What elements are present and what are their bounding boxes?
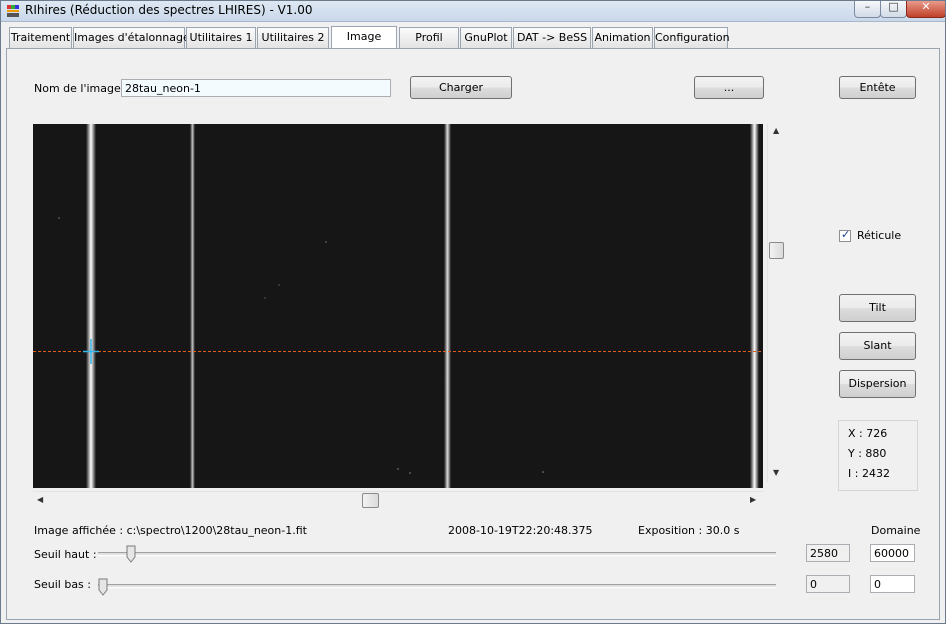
title-bar: RIhires (Réduction des spectres LHIRES) … xyxy=(1,1,945,22)
tab-image[interactable]: Image xyxy=(331,26,397,49)
high-domain-input[interactable]: 60000 xyxy=(870,544,915,562)
domain-label: Domaine xyxy=(871,524,921,537)
reticle-checkbox[interactable]: ✓ xyxy=(839,228,851,242)
low-threshold-slider[interactable] xyxy=(98,578,108,596)
spectral-line xyxy=(750,124,759,488)
browse-button[interactable]: ... xyxy=(694,76,764,99)
low-domain-input[interactable]: 0 xyxy=(870,575,915,593)
spectrum-image[interactable] xyxy=(33,124,763,488)
tab-profil[interactable]: Profil xyxy=(399,27,459,48)
scroll-right-icon[interactable]: ▶ xyxy=(750,495,756,504)
high-threshold-label: Seuil haut : xyxy=(34,548,97,561)
readout-intensity: I : 2432 xyxy=(848,467,890,480)
image-name-input[interactable]: 28tau_neon-1 xyxy=(121,79,391,97)
spectral-line xyxy=(444,124,451,488)
window-title: RIhires (Réduction des spectres LHIRES) … xyxy=(25,3,313,17)
tab-dat-bess[interactable]: DAT -> BeSS xyxy=(513,27,591,48)
close-icon: ✕ xyxy=(921,0,931,13)
vertical-scroll-thumb[interactable] xyxy=(769,242,784,259)
horizontal-scroll-thumb[interactable] xyxy=(362,493,379,508)
tab-animation[interactable]: Animation xyxy=(592,27,653,48)
low-threshold-label: Seuil bas : xyxy=(34,578,91,591)
pixel-readout: X : 726 Y : 880 I : 2432 xyxy=(838,420,918,491)
scroll-up-icon[interactable]: ▲ xyxy=(773,126,779,135)
header-button[interactable]: Entête xyxy=(839,76,916,99)
high-threshold-slider[interactable] xyxy=(126,545,136,563)
tab-gnuplot[interactable]: GnuPlot xyxy=(460,27,512,48)
readout-x: X : 726 xyxy=(848,427,888,440)
spectrum-canvas xyxy=(33,124,763,488)
tab-traitement[interactable]: Traitement xyxy=(9,27,72,48)
tab-images-etalonnage[interactable]: Images d'étalonnage xyxy=(73,27,190,48)
app-icon xyxy=(7,5,19,17)
low-threshold-value[interactable]: 0 xyxy=(806,575,850,593)
minimize-icon: – xyxy=(864,0,871,13)
displayed-image-path: Image affichée : c:\spectro\1200\28tau_n… xyxy=(34,524,307,537)
high-threshold-track[interactable] xyxy=(98,552,776,556)
exposure-time: Exposition : 30.0 s xyxy=(638,524,740,537)
app-window: RIhires (Réduction des spectres LHIRES) … xyxy=(0,0,946,624)
dispersion-button[interactable]: Dispersion xyxy=(839,370,916,398)
scroll-left-icon[interactable]: ◀ xyxy=(37,495,43,504)
check-icon: ✓ xyxy=(841,228,851,241)
spectral-line xyxy=(86,124,96,488)
close-button[interactable]: ✕ xyxy=(906,0,945,18)
tab-utilitaires-2[interactable]: Utilitaires 2 xyxy=(257,27,329,48)
maximize-icon: □ xyxy=(888,0,899,13)
slant-button[interactable]: Slant xyxy=(839,332,916,360)
image-datetime: 2008-10-19T22:20:48.375 xyxy=(448,524,593,537)
minimize-button[interactable]: – xyxy=(854,1,881,18)
image-name-label: Nom de l'image : xyxy=(34,82,128,95)
maximize-button[interactable]: □ xyxy=(880,1,907,18)
tilt-button[interactable]: Tilt xyxy=(839,294,916,322)
load-button[interactable]: Charger xyxy=(410,76,512,99)
reticle-label: Réticule xyxy=(857,229,902,242)
image-horizontal-scrollbar[interactable]: ◀ ▶ xyxy=(33,491,763,509)
image-vertical-scrollbar[interactable]: ▲ ▼ xyxy=(767,124,785,482)
tab-utilitaires-1[interactable]: Utilitaires 1 xyxy=(186,27,256,48)
spectral-line xyxy=(190,124,195,488)
low-threshold-track[interactable] xyxy=(98,584,776,588)
tab-configuration[interactable]: Configuration xyxy=(654,27,730,48)
high-threshold-value[interactable]: 2580 xyxy=(806,544,850,562)
readout-y: Y : 880 xyxy=(848,447,887,460)
scroll-down-icon[interactable]: ▼ xyxy=(773,468,779,477)
